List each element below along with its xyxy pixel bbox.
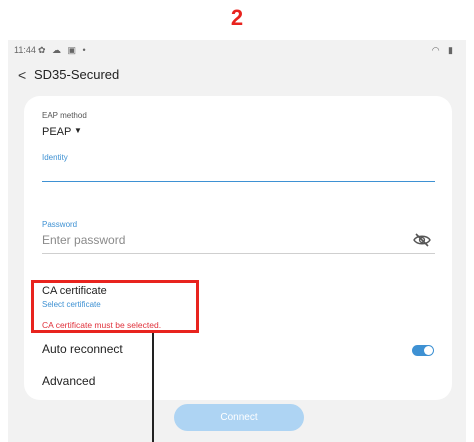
chevron-left-icon[interactable]: < [18, 67, 26, 83]
eap-method-label: EAP method [42, 111, 87, 120]
notification-icons: ✿ ☁ ▣ • [38, 45, 88, 55]
page-title: SD35-Secured [34, 67, 120, 82]
step-number-label: 2 [230, 5, 244, 30]
pointer-line [152, 333, 154, 442]
identity-input[interactable] [42, 181, 435, 182]
advanced-option[interactable]: Advanced [42, 374, 95, 388]
eye-off-icon[interactable] [413, 233, 431, 247]
caret-down-icon[interactable]: ▼ [74, 126, 82, 135]
status-time: 11:44 [14, 45, 36, 55]
wifi-settings-card: EAP method PEAP ▼ Identity Password CA c… [24, 96, 452, 400]
phone-screen: 11:44 ✿ ☁ ▣ • ◠ ▮ < SD35-Secured EAP met… [8, 40, 466, 442]
password-input[interactable] [42, 233, 372, 247]
auto-reconnect-toggle[interactable] [412, 345, 434, 356]
password-underline [42, 253, 435, 254]
connect-button[interactable]: Connect [174, 404, 304, 431]
password-label: Password [42, 220, 78, 229]
highlight-box [31, 280, 199, 333]
status-bar: 11:44 ✿ ☁ ▣ • ◠ ▮ [8, 44, 466, 58]
toggle-knob [424, 346, 433, 355]
eap-method-select[interactable]: PEAP [42, 126, 71, 138]
wifi-battery-icons: ◠ ▮ [431, 45, 456, 55]
auto-reconnect-label: Auto reconnect [42, 342, 123, 356]
identity-label: Identity [42, 153, 68, 162]
